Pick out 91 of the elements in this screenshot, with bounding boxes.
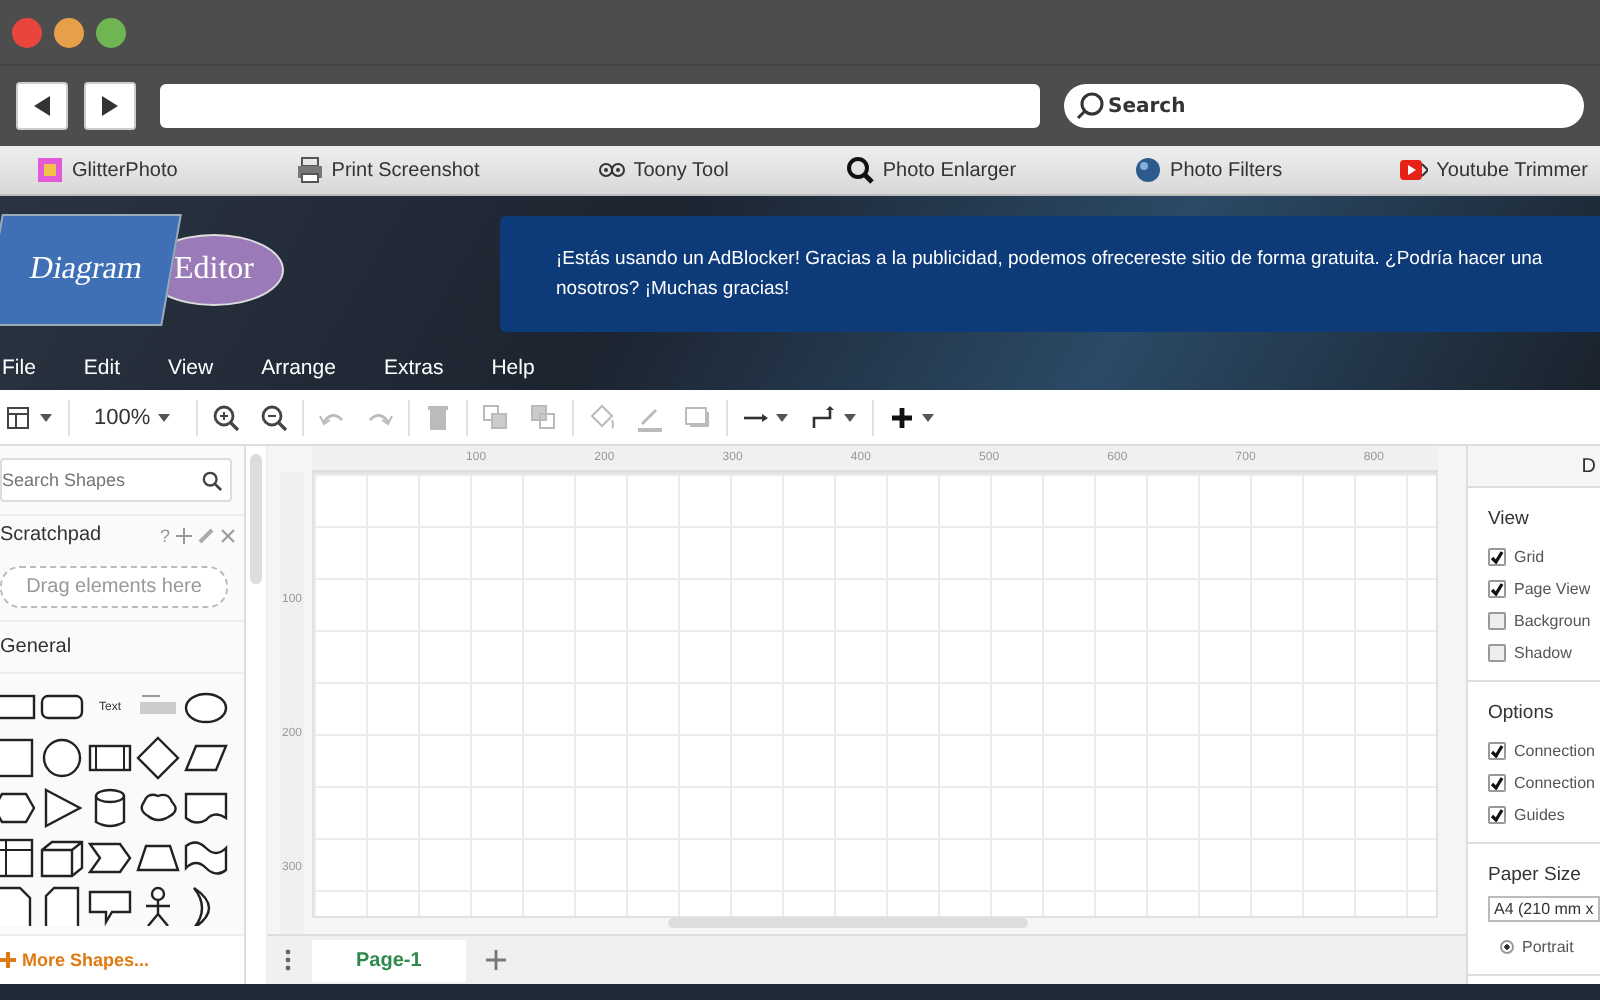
zoom-in-icon bbox=[212, 403, 241, 431]
add-icon[interactable] bbox=[485, 950, 506, 970]
drop-zone: Drag elements here bbox=[0, 566, 228, 608]
checkbox[interactable] bbox=[1488, 773, 1506, 791]
page-tab[interactable]: Page-1 bbox=[312, 939, 466, 981]
line-color-icon bbox=[636, 403, 665, 431]
checkbox-label: Grid bbox=[1514, 547, 1545, 565]
bookmark-link[interactable]: Youtube Trimmer bbox=[1400, 156, 1588, 184]
caret-icon bbox=[156, 409, 173, 425]
menu-item[interactable]: Help bbox=[491, 355, 555, 379]
shape-thumbnail[interactable] bbox=[0, 736, 36, 780]
paper-size-dropdown[interactable]: A4 (210 mm x bbox=[1488, 896, 1600, 922]
layout-icon bbox=[6, 403, 54, 431]
check-icon bbox=[1490, 581, 1504, 595]
notice-text: ¡Estás usando un AdBlocker! Gracias a la publicidad, podemos ofrecereste sitio de forma gratuita. ¿Podría hacer una nosotros? ¡Muchas gracias! bbox=[556, 246, 1545, 304]
bookmark-link[interactable]: Photo Enlarger bbox=[846, 156, 1017, 184]
checkbox[interactable] bbox=[1488, 741, 1506, 759]
shape-thumbnail[interactable] bbox=[40, 736, 84, 780]
checkbox-label: Shadow bbox=[1514, 643, 1572, 661]
play-icon bbox=[1400, 156, 1429, 184]
shape-thumbnail[interactable] bbox=[40, 836, 84, 880]
maximize-button[interactable] bbox=[96, 17, 126, 47]
search-icon bbox=[1076, 92, 1104, 120]
section-title: View bbox=[1488, 508, 1531, 530]
forward-button[interactable] bbox=[84, 82, 136, 130]
shape-thumbnail[interactable] bbox=[40, 886, 84, 926]
back-button[interactable] bbox=[16, 82, 68, 130]
section-title: Paper Size bbox=[1488, 864, 1583, 886]
checkbox[interactable] bbox=[1488, 805, 1506, 823]
menu-item[interactable]: Extras bbox=[383, 355, 464, 379]
checkbox[interactable] bbox=[1488, 643, 1506, 661]
checkbox-label: Connection bbox=[1514, 773, 1595, 791]
menu-item[interactable]: File bbox=[2, 355, 56, 379]
menu-item[interactable]: Arrange bbox=[261, 355, 356, 379]
radio-label: Portrait bbox=[1522, 937, 1574, 955]
checkbox-label: Page View bbox=[1514, 579, 1591, 597]
back-icon bbox=[30, 94, 54, 118]
bring-front-icon bbox=[482, 403, 511, 431]
shape-thumbnail[interactable] bbox=[0, 836, 36, 880]
address-field[interactable] bbox=[160, 84, 1040, 128]
check-icon bbox=[1490, 549, 1504, 563]
checkbox[interactable] bbox=[1488, 547, 1506, 565]
checkbox-label: Backgroun bbox=[1514, 611, 1591, 629]
zoom-out-icon bbox=[260, 403, 289, 431]
checkbox-label: Connection bbox=[1514, 741, 1595, 759]
search-bar[interactable]: Search Shapes bbox=[0, 458, 232, 502]
search-field[interactable]: Search bbox=[1108, 95, 1408, 117]
section-title[interactable]: Scratchpad bbox=[0, 524, 102, 546]
printer-icon bbox=[295, 156, 324, 184]
panel-tab[interactable]: D bbox=[1468, 446, 1600, 488]
checkbox[interactable] bbox=[1488, 611, 1506, 629]
plus-icon bbox=[0, 952, 16, 968]
connector-icon bbox=[810, 403, 859, 431]
magnifier-icon bbox=[846, 156, 875, 184]
check-icon bbox=[1490, 807, 1504, 821]
checkbox[interactable] bbox=[1488, 579, 1506, 597]
fill-icon bbox=[588, 403, 617, 431]
send-back-icon bbox=[530, 403, 559, 431]
section-title: Options bbox=[1488, 702, 1556, 724]
scrollbar[interactable] bbox=[668, 918, 1028, 928]
search-bar[interactable]: Search bbox=[1064, 84, 1584, 128]
trash-icon bbox=[424, 403, 453, 431]
bookmark-link[interactable]: GlitterPhoto bbox=[36, 156, 178, 184]
add-icon[interactable] bbox=[176, 527, 192, 543]
forward-icon bbox=[98, 94, 122, 118]
check-icon bbox=[1490, 775, 1504, 789]
check-icon bbox=[1490, 743, 1504, 757]
scrollbar[interactable] bbox=[250, 454, 262, 584]
menu-item[interactable]: Edit bbox=[83, 355, 141, 379]
shape-thumbnail[interactable] bbox=[88, 886, 132, 926]
plus-icon bbox=[888, 403, 937, 431]
search-field[interactable]: Search Shapes bbox=[2, 470, 202, 490]
minimize-button[interactable] bbox=[54, 17, 84, 47]
shape-thumbnail[interactable] bbox=[40, 786, 84, 830]
bookmark-link[interactable]: Photo Filters bbox=[1134, 156, 1283, 184]
section-title[interactable]: General bbox=[0, 620, 244, 674]
shadow-icon bbox=[684, 403, 713, 431]
shape-thumbnail[interactable] bbox=[136, 736, 180, 780]
radio-button[interactable] bbox=[1500, 939, 1514, 953]
bookmark-link[interactable]: Print Screenshot bbox=[295, 156, 480, 184]
search-icon bbox=[202, 469, 222, 491]
globe-icon bbox=[1134, 156, 1163, 184]
close-icon[interactable] bbox=[220, 527, 236, 543]
image-icon bbox=[36, 156, 64, 184]
menu-item[interactable]: View bbox=[168, 355, 234, 379]
checkbox-label: Guides bbox=[1514, 805, 1565, 823]
bookmark-link[interactable]: Toony Tool bbox=[597, 156, 729, 184]
zoom-dropdown[interactable]: 100% bbox=[78, 397, 189, 437]
more-icon[interactable] bbox=[284, 948, 292, 972]
shape-thumbnail[interactable] bbox=[0, 886, 36, 926]
shape-thumbnail[interactable] bbox=[184, 836, 228, 880]
